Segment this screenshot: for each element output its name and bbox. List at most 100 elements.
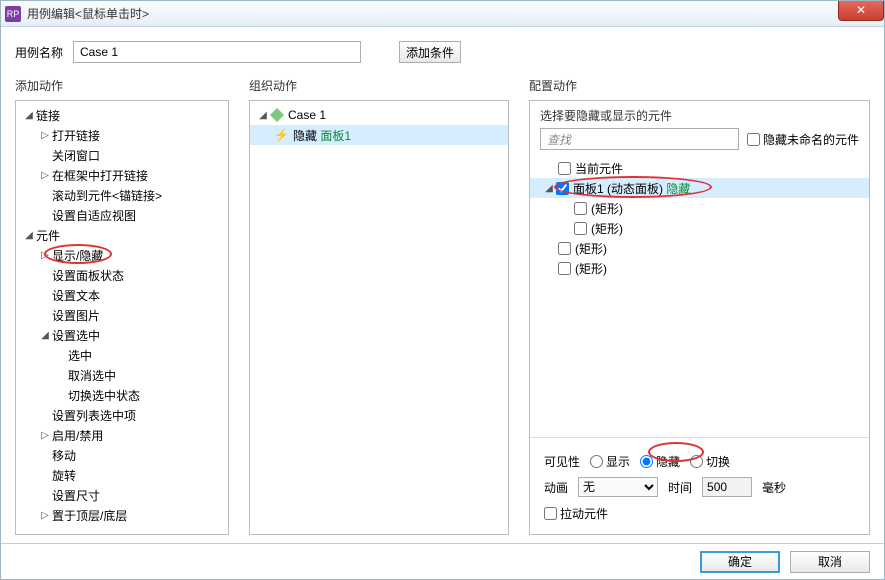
tree-node[interactable]: ◢链接 bbox=[16, 105, 228, 125]
widget-label: (矩形) bbox=[591, 200, 623, 217]
pull-option[interactable]: 拉动元件 bbox=[544, 505, 608, 522]
duration-input[interactable] bbox=[702, 477, 752, 497]
widget-row[interactable]: 当前元件 bbox=[530, 158, 869, 178]
case-label: Case 1 bbox=[288, 108, 326, 122]
hide-unnamed-checkbox[interactable] bbox=[747, 133, 760, 146]
widget-list[interactable]: 当前元件◢面板1 (动态面板) 隐藏 (矩形) (矩形) (矩形) (矩形) bbox=[530, 156, 869, 437]
widget-checkbox[interactable] bbox=[574, 202, 587, 215]
expand-arrow-icon: ◢ bbox=[40, 330, 50, 341]
tree-node[interactable]: 设置自适应视图 bbox=[16, 205, 228, 225]
expand-arrow-icon: ◢ bbox=[544, 183, 554, 194]
tree-node[interactable]: ◢设置选中 bbox=[16, 325, 228, 345]
configure-actions-header: 配置动作 bbox=[529, 77, 870, 94]
case-name-input[interactable] bbox=[73, 41, 361, 63]
tree-node[interactable]: 取消选中 bbox=[16, 365, 228, 385]
hide-unnamed-label: 隐藏未命名的元件 bbox=[763, 131, 859, 148]
case-name-row: 用例名称 添加条件 bbox=[15, 41, 870, 63]
animation-select[interactable]: 无 bbox=[578, 477, 658, 497]
widget-row[interactable]: ◢面板1 (动态面板) 隐藏 bbox=[530, 178, 869, 198]
tree-node-label: 在框架中打开链接 bbox=[52, 167, 148, 184]
visibility-row: 可见性 显示 隐藏 切换 bbox=[544, 448, 855, 474]
tree-node[interactable]: ▷启用/禁用 bbox=[16, 425, 228, 445]
organize-actions-tree[interactable]: ◢ Case 1 ⚡ 隐藏 面板1 bbox=[249, 100, 509, 535]
organize-actions-header: 组织动作 bbox=[249, 77, 509, 94]
config-heading: 选择要隐藏或显示的元件 bbox=[530, 101, 869, 128]
tree-node[interactable]: 关闭窗口 bbox=[16, 145, 228, 165]
widget-row[interactable]: (矩形) bbox=[530, 238, 869, 258]
dialog-window: RP 用例编辑<鼠标单击时> ✕ 用例名称 添加条件 添加动作 ◢链接▷打开链接… bbox=[0, 0, 885, 580]
widget-row[interactable]: (矩形) bbox=[530, 218, 869, 238]
visibility-toggle[interactable]: 切换 bbox=[690, 453, 730, 470]
widget-label: 当前元件 bbox=[575, 160, 623, 177]
tree-node[interactable]: 移动 bbox=[16, 445, 228, 465]
tree-node-label: 旋转 bbox=[52, 467, 76, 484]
widget-label: (矩形) bbox=[575, 260, 607, 277]
cancel-button[interactable]: 取消 bbox=[790, 551, 870, 573]
widget-row[interactable]: (矩形) bbox=[530, 198, 869, 218]
tree-node[interactable]: 切换选中状态 bbox=[16, 385, 228, 405]
action-node[interactable]: ⚡ 隐藏 面板1 bbox=[250, 125, 508, 145]
widget-row[interactable]: (矩形) bbox=[530, 258, 869, 278]
widget-checkbox[interactable] bbox=[556, 182, 569, 195]
visibility-hide[interactable]: 隐藏 bbox=[640, 453, 680, 470]
visibility-show[interactable]: 显示 bbox=[590, 453, 630, 470]
tree-node[interactable]: 设置图片 bbox=[16, 305, 228, 325]
tree-node-label: 显示/隐藏 bbox=[52, 247, 103, 264]
tree-node[interactable]: 设置文本 bbox=[16, 285, 228, 305]
pull-row: 拉动元件 bbox=[544, 500, 855, 526]
widget-label: (矩形) bbox=[591, 220, 623, 237]
expand-arrow-icon: ◢ bbox=[24, 110, 34, 121]
tree-node[interactable]: 选中 bbox=[16, 345, 228, 365]
widget-state: 隐藏 bbox=[663, 180, 690, 197]
configure-actions-column: 配置动作 选择要隐藏或显示的元件 隐藏未命名的元件 当前元件◢面板1 (动态面板… bbox=[529, 77, 870, 535]
widget-checkbox[interactable] bbox=[558, 262, 571, 275]
tree-node[interactable]: ▷显示/隐藏 bbox=[16, 245, 228, 265]
titlebar: RP 用例编辑<鼠标单击时> ✕ bbox=[1, 1, 884, 27]
tree-node-label: 关闭窗口 bbox=[52, 147, 100, 164]
search-input[interactable] bbox=[540, 128, 739, 150]
tree-node-label: 切换选中状态 bbox=[68, 387, 140, 404]
tree-node[interactable]: ▷置于顶层/底层 bbox=[16, 505, 228, 525]
tree-node-label: 选中 bbox=[68, 347, 92, 364]
lightning-icon: ⚡ bbox=[274, 128, 289, 142]
tree-node-label: 链接 bbox=[36, 107, 60, 124]
add-condition-button[interactable]: 添加条件 bbox=[399, 41, 461, 63]
expand-arrow-icon: ▷ bbox=[40, 430, 50, 441]
close-button[interactable]: ✕ bbox=[838, 1, 884, 21]
tree-node[interactable]: 旋转 bbox=[16, 465, 228, 485]
pull-checkbox[interactable] bbox=[544, 507, 557, 520]
duration-unit: 毫秒 bbox=[762, 479, 786, 496]
tree-node-label: 置于顶层/底层 bbox=[52, 507, 127, 524]
widget-checkbox[interactable] bbox=[558, 162, 571, 175]
add-actions-column: 添加动作 ◢链接▷打开链接关闭窗口▷在框架中打开链接滚动到元件<锚链接>设置自适… bbox=[15, 77, 229, 535]
add-actions-tree[interactable]: ◢链接▷打开链接关闭窗口▷在框架中打开链接滚动到元件<锚链接>设置自适应视图◢元… bbox=[15, 100, 229, 535]
tree-node-label: 设置自适应视图 bbox=[52, 207, 136, 224]
animation-label: 动画 bbox=[544, 479, 568, 496]
tree-node-label: 设置文本 bbox=[52, 287, 100, 304]
tree-node[interactable]: ◢元件 bbox=[16, 225, 228, 245]
case-node[interactable]: ◢ Case 1 bbox=[250, 105, 508, 125]
case-name-label: 用例名称 bbox=[15, 44, 63, 61]
tree-node[interactable]: 设置面板状态 bbox=[16, 265, 228, 285]
tree-node-label: 取消选中 bbox=[68, 367, 116, 384]
tree-node[interactable]: 设置列表选中项 bbox=[16, 405, 228, 425]
expand-arrow-icon: ▷ bbox=[40, 510, 50, 521]
options-panel: 可见性 显示 隐藏 切换 动画 无 时间 毫秒 bbox=[530, 437, 869, 534]
widget-label: (矩形) bbox=[575, 240, 607, 257]
expand-arrow-icon: ▷ bbox=[40, 130, 50, 141]
add-actions-header: 添加动作 bbox=[15, 77, 229, 94]
action-target: 面板1 bbox=[320, 127, 351, 144]
tree-node[interactable]: 设置尺寸 bbox=[16, 485, 228, 505]
case-icon bbox=[270, 108, 284, 122]
ok-button[interactable]: 确定 bbox=[700, 551, 780, 573]
tree-node-label: 打开链接 bbox=[52, 127, 100, 144]
tree-node[interactable]: 滚动到元件<锚链接> bbox=[16, 185, 228, 205]
expand-arrow-icon: ▷ bbox=[40, 170, 50, 181]
tree-node[interactable]: ▷打开链接 bbox=[16, 125, 228, 145]
widget-checkbox[interactable] bbox=[574, 222, 587, 235]
widget-checkbox[interactable] bbox=[558, 242, 571, 255]
expand-arrow-icon: ◢ bbox=[24, 230, 34, 241]
tree-node[interactable]: ▷在框架中打开链接 bbox=[16, 165, 228, 185]
hide-unnamed-option[interactable]: 隐藏未命名的元件 bbox=[747, 131, 859, 148]
columns: 添加动作 ◢链接▷打开链接关闭窗口▷在框架中打开链接滚动到元件<锚链接>设置自适… bbox=[15, 77, 870, 535]
